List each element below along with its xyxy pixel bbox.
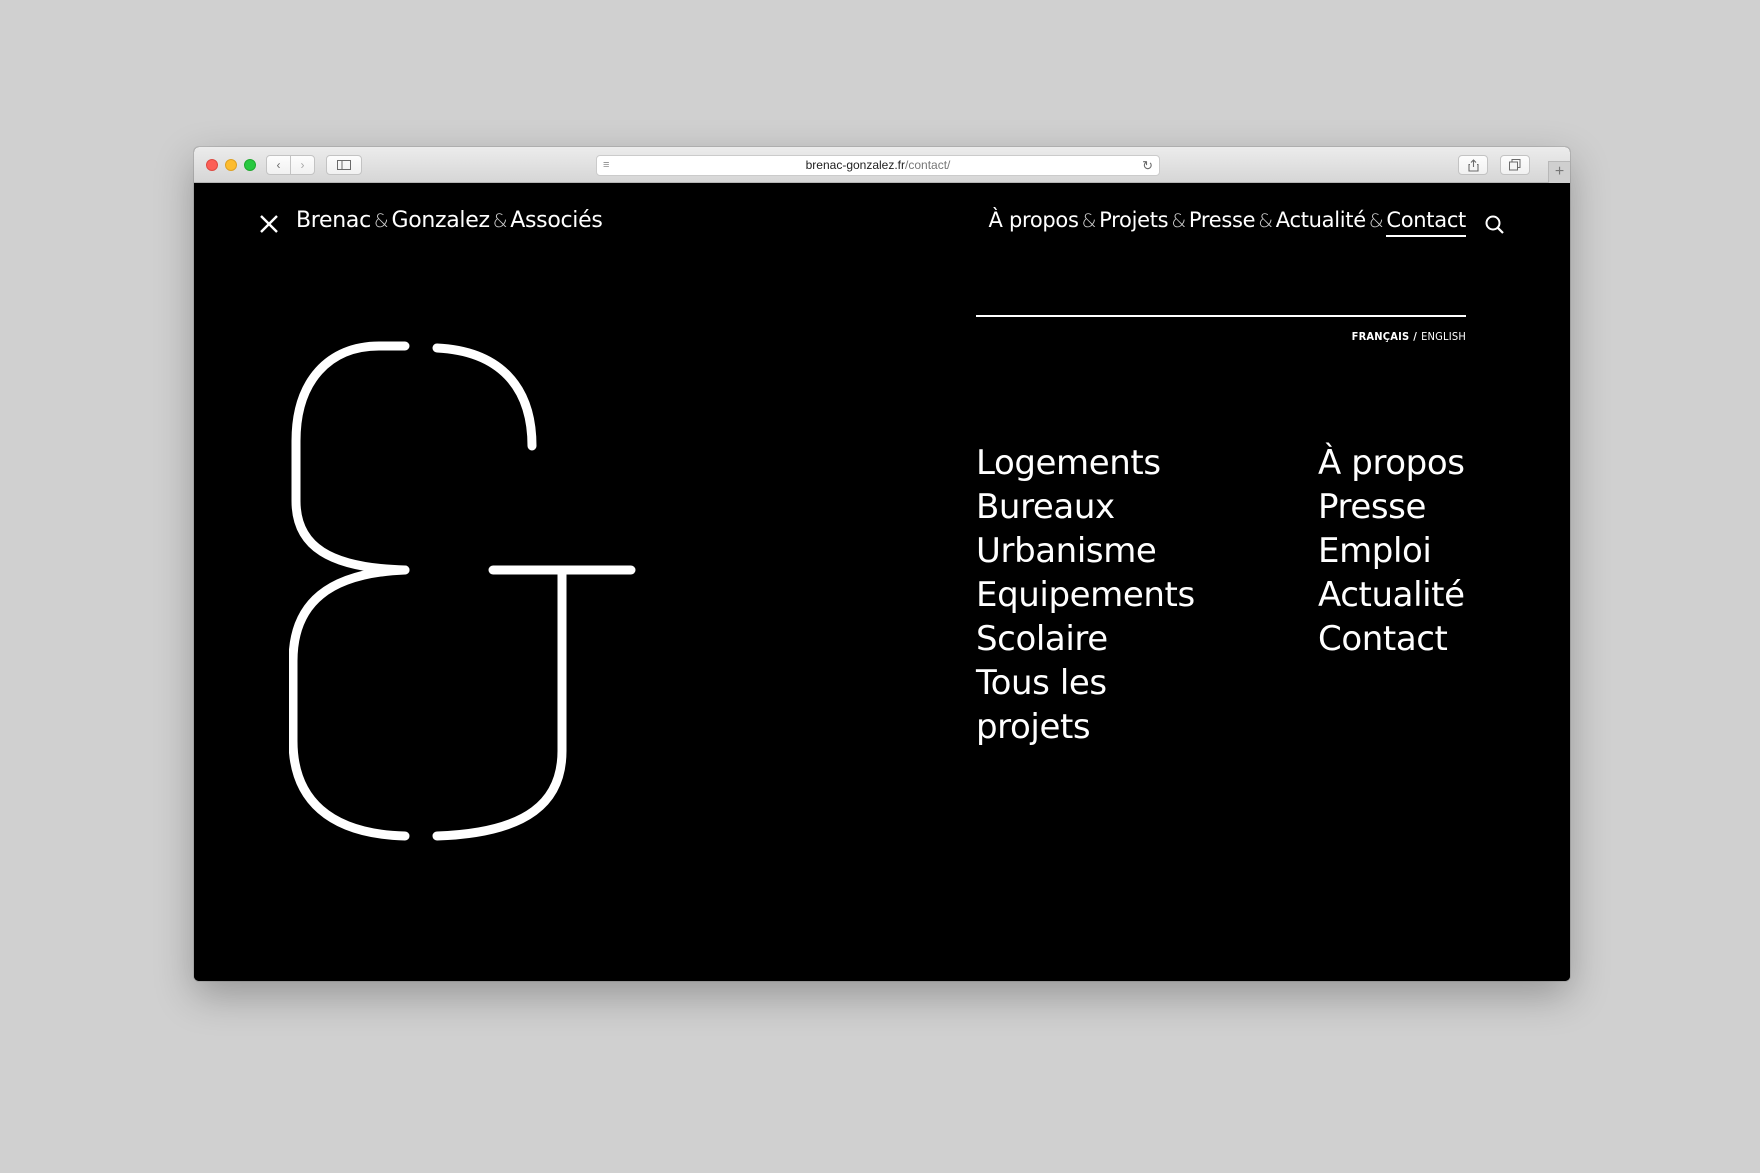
project-categories-menu: Logements Bureaux Urbanisme Equipements … — [976, 441, 1236, 749]
new-tab-button[interactable]: + — [1548, 161, 1570, 183]
nav-item-a-propos[interactable]: À propos — [989, 208, 1079, 232]
logo-gonzalez: Gonzalez — [391, 208, 490, 233]
sidebar-toggle-button[interactable] — [326, 155, 362, 175]
share-button[interactable] — [1458, 155, 1488, 175]
nav-ampersand: & — [1258, 210, 1273, 232]
nav-ampersand: & — [1171, 210, 1186, 232]
forward-button[interactable]: › — [290, 155, 315, 175]
lang-en-link[interactable]: ENGLISH — [1421, 330, 1466, 343]
sidebar-icon — [337, 160, 351, 170]
minimize-window-button[interactable] — [225, 159, 237, 171]
menu-item-scolaire[interactable]: Scolaire — [976, 617, 1236, 661]
menu-item-bureaux[interactable]: Bureaux — [976, 485, 1236, 529]
reload-icon[interactable]: ↻ — [1142, 156, 1153, 175]
logo-brenac: Brenac — [296, 208, 371, 233]
logo-ampersand: & — [492, 210, 508, 232]
nav-item-contact[interactable]: Contact — [1386, 208, 1466, 237]
lang-fr-link[interactable]: FRANÇAIS — [1352, 330, 1410, 343]
divider — [976, 315, 1466, 317]
close-window-button[interactable] — [206, 159, 218, 171]
chevron-left-icon: ‹ — [276, 158, 281, 172]
menu-item-emploi[interactable]: Emploi — [1318, 529, 1498, 573]
ampersand-logo-icon — [289, 341, 636, 841]
logo-associes: Associés — [510, 208, 603, 233]
site-logo[interactable]: Brenac & Gonzalez & Associés — [296, 208, 603, 233]
nav-item-projets[interactable]: Projets — [1099, 208, 1168, 232]
address-bar[interactable]: ≡ brenac-gonzalez.fr/contact/ ↻ — [596, 155, 1160, 176]
lang-separator: / — [1413, 330, 1418, 343]
menu-item-equipements[interactable]: Equipements — [976, 573, 1236, 617]
url-path: /contact/ — [905, 158, 951, 172]
menu-item-contact[interactable]: Contact — [1318, 617, 1498, 661]
nav-ampersand: & — [1081, 210, 1097, 232]
pages-menu: À propos Presse Emploi Actualité Contact — [1318, 441, 1498, 661]
chevron-right-icon: › — [300, 158, 305, 172]
menu-item-urbanisme[interactable]: Urbanisme — [976, 529, 1236, 573]
main-nav: À propos & Projets & Presse & Actualité & Contac… — [989, 208, 1466, 237]
menu-item-a-propos[interactable]: À propos — [1318, 441, 1498, 485]
language-switcher: FRANÇAIS / ENGLISH — [1352, 330, 1466, 343]
page-content: Brenac & Gonzalez & Associés À propos & Projet… — [194, 183, 1570, 981]
menu-item-tous-les-projets[interactable]: Tous les projets — [976, 661, 1116, 749]
zoom-window-button[interactable] — [244, 159, 256, 171]
back-button[interactable]: ‹ — [266, 155, 291, 175]
url-host: brenac-gonzalez.fr — [805, 158, 906, 172]
nav-ampersand: & — [1368, 210, 1384, 232]
tab-overview-button[interactable] — [1500, 155, 1530, 175]
nav-item-presse[interactable]: Presse — [1189, 208, 1256, 232]
menu-item-presse[interactable]: Presse — [1318, 485, 1498, 529]
browser-toolbar: ‹ › ≡ brenac-gonzalez.fr/contact/ ↻ + — [194, 147, 1570, 183]
nav-item-actualite[interactable]: Actualité — [1276, 208, 1366, 232]
menu-item-actualite[interactable]: Actualité — [1318, 573, 1498, 617]
reader-icon[interactable]: ≡ — [603, 156, 609, 175]
search-icon[interactable] — [1484, 214, 1506, 236]
menu-item-logements[interactable]: Logements — [976, 441, 1236, 485]
logo-ampersand: & — [373, 210, 389, 232]
close-icon[interactable] — [258, 213, 280, 235]
browser-window: ‹ › ≡ brenac-gonzalez.fr/contact/ ↻ + Br… — [194, 147, 1570, 981]
share-icon — [1467, 158, 1479, 172]
tabs-icon — [1509, 159, 1521, 171]
